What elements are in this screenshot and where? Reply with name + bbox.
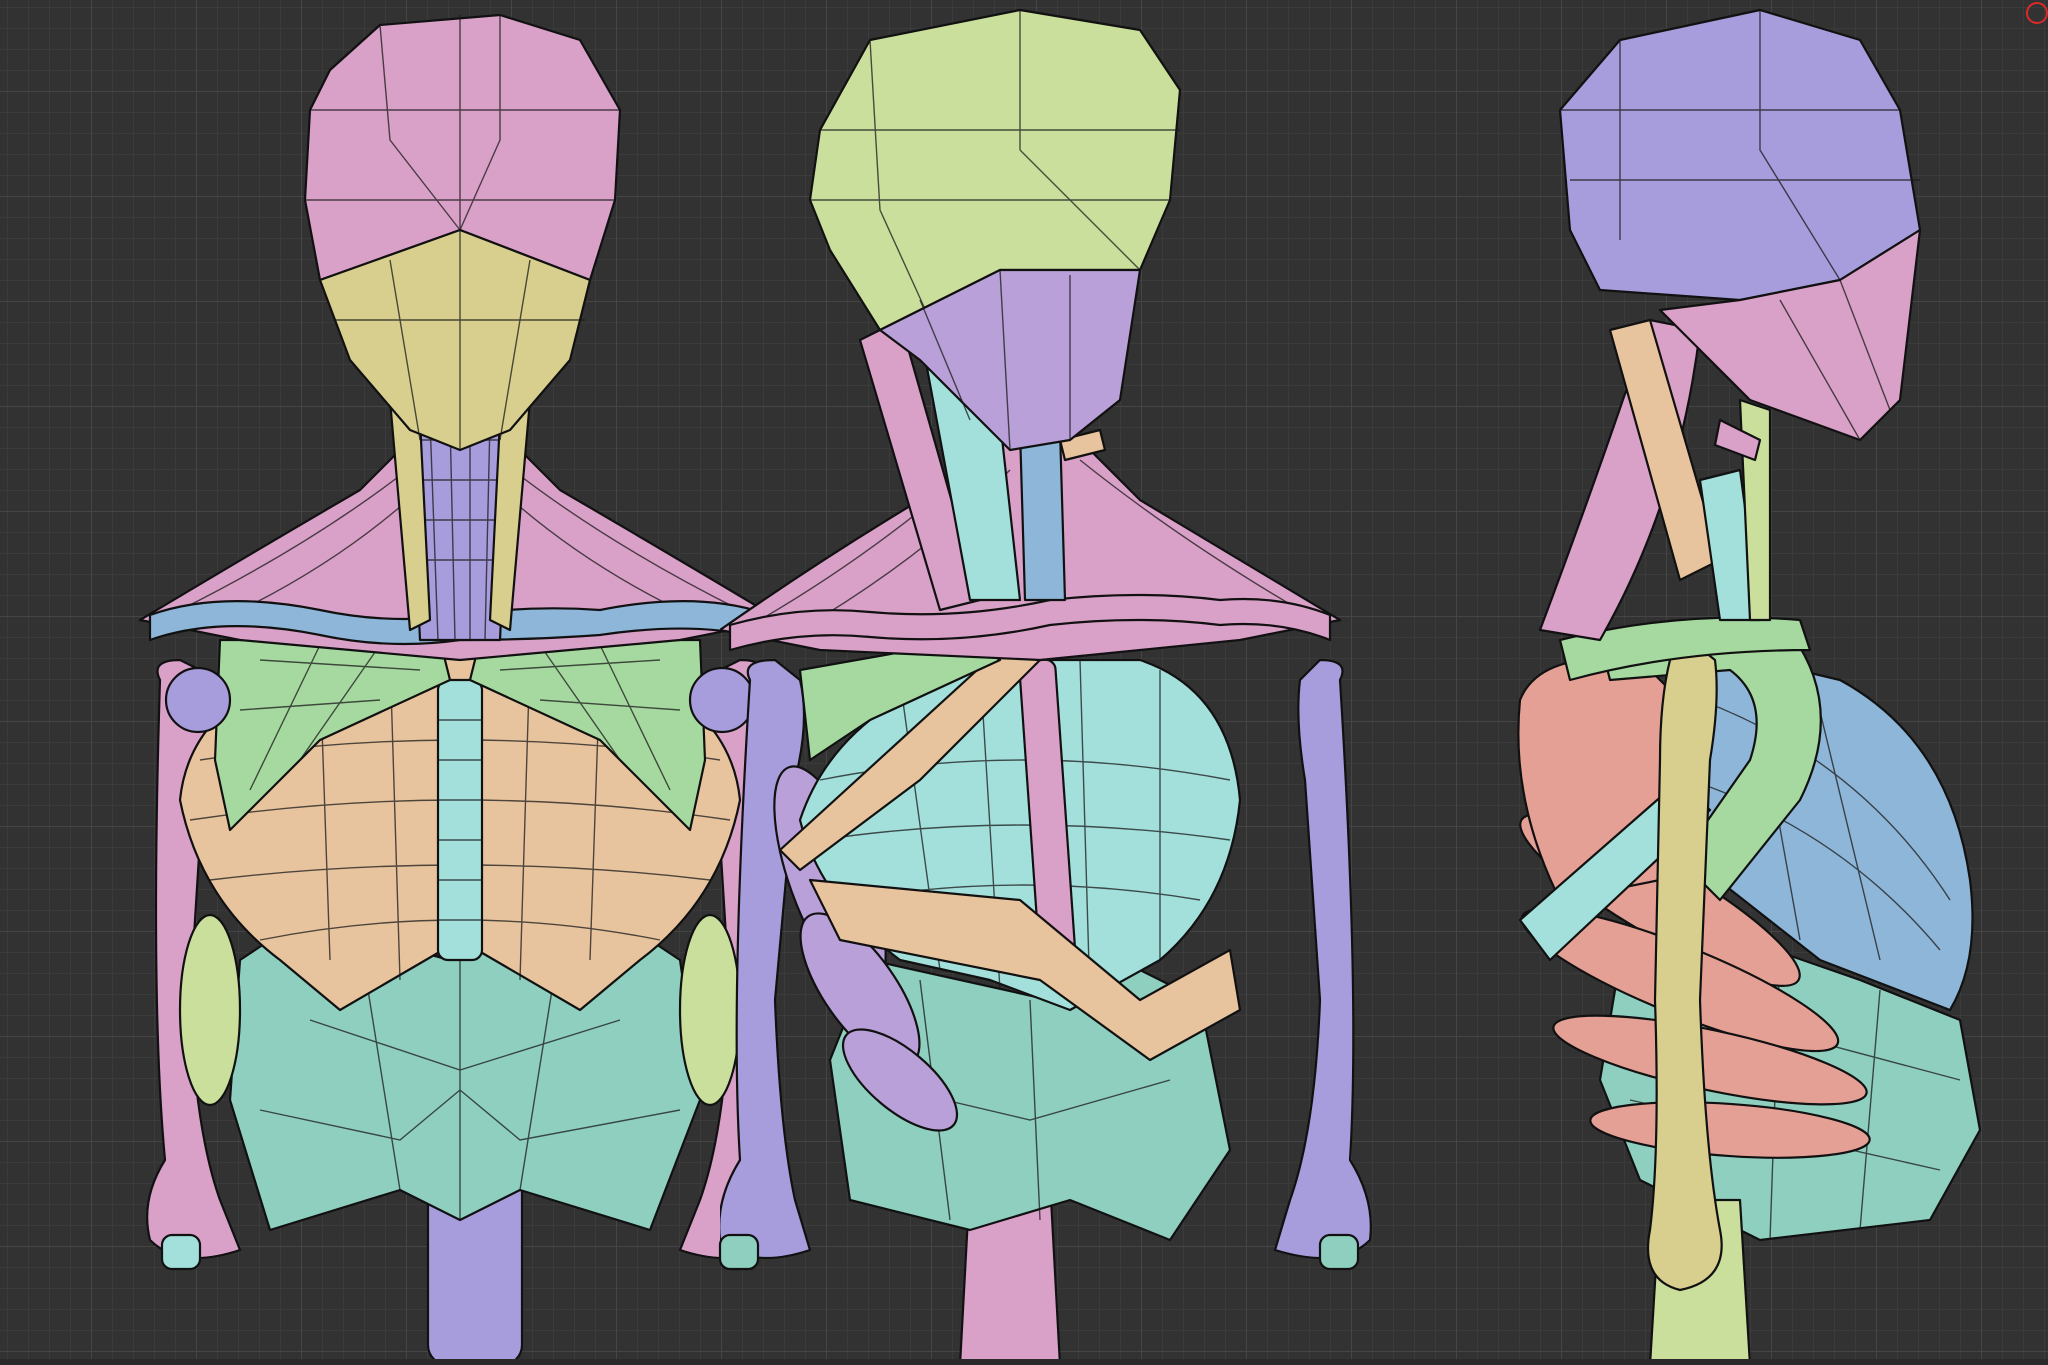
right-arm-bone: [1273, 658, 1372, 1260]
left-arm-bone: [720, 658, 812, 1260]
three-quarter-view-model[interactable]: [720, 0, 1400, 1365]
3d-viewport[interactable]: [0, 0, 2048, 1365]
head-cranium: [1558, 8, 1922, 302]
front-view-model[interactable]: [120, 0, 800, 1365]
sternum: [436, 678, 484, 962]
left-ribs: [178, 913, 242, 1107]
left-wrist-bone: [160, 1233, 202, 1271]
right-wrist-bone: [1318, 1233, 1360, 1271]
record-indicator-icon: [2026, 2, 2048, 24]
viewport-bottom-edge: [0, 1359, 2048, 1365]
left-wrist-bone: [720, 1233, 760, 1271]
side-view-model[interactable]: [1480, 0, 2040, 1365]
left-shoulder-joint: [164, 666, 232, 734]
neck-vertebrae: [1018, 428, 1067, 602]
